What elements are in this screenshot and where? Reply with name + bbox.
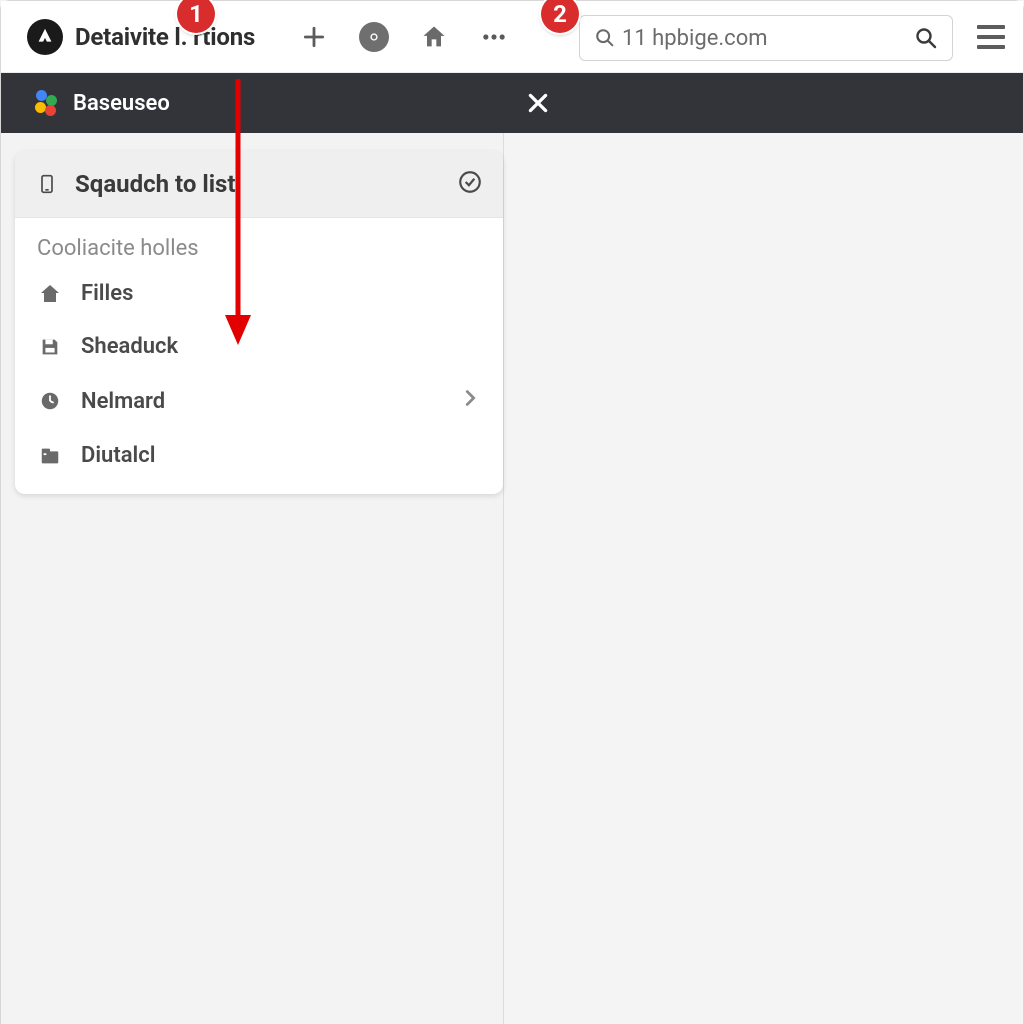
tab-favicon-icon <box>27 19 63 55</box>
search-icon <box>594 27 616 49</box>
panel-item-sheaduck[interactable]: Sheaduck <box>15 320 503 373</box>
more-button[interactable] <box>477 20 511 54</box>
side-panel: Sqaudch to list Cooliacite holles Filles <box>15 151 503 494</box>
panel-header-bar: Baseuseo <box>1 73 1023 133</box>
panel-item-label: Nelmard <box>81 389 441 414</box>
new-tab-button[interactable] <box>297 20 331 54</box>
left-pane: Sqaudch to list Cooliacite holles Filles <box>1 133 503 1024</box>
panel-item-filles[interactable]: Filles <box>15 267 503 320</box>
search-action-icon[interactable] <box>914 26 938 50</box>
hamburger-icon <box>977 25 1005 29</box>
panel-item-label: Sheaduck <box>81 334 481 359</box>
tab-actions <box>297 20 511 54</box>
home-button[interactable] <box>417 20 451 54</box>
home-icon <box>420 23 448 51</box>
app-logo-icon <box>31 89 59 117</box>
panel-head-row[interactable]: Sqaudch to list <box>15 151 503 218</box>
address-bar[interactable]: 11 hpbige.com <box>579 15 953 61</box>
plus-icon <box>301 24 327 50</box>
panel-brand: Baseuseo <box>73 91 170 116</box>
menu-button[interactable] <box>977 25 1005 49</box>
phone-icon <box>35 170 59 198</box>
save-icon <box>37 336 63 358</box>
active-tab[interactable]: Detaivite l. rtions <box>17 1 265 72</box>
record-button[interactable] <box>357 20 391 54</box>
check-circle-icon <box>457 169 483 199</box>
address-url: 11 hpbige.com <box>622 26 908 51</box>
close-panel-button[interactable] <box>525 73 551 133</box>
tab-title: Detaivite l. rtions <box>75 23 255 51</box>
tab-bar: Detaivite l. rtions 11 hpbige.com <box>1 1 1023 73</box>
panel-item-diutalcl[interactable]: Diutalcl <box>15 429 503 482</box>
more-horizontal-icon <box>480 23 508 51</box>
panel-item-label: Filles <box>81 281 481 306</box>
panel-subtitle: Cooliacite holles <box>15 218 503 267</box>
right-pane <box>503 133 1023 1024</box>
panel-item-nelmard[interactable]: Nelmard <box>15 373 503 429</box>
panel-head-title: Sqaudch to list <box>75 170 457 198</box>
record-icon <box>359 22 389 52</box>
close-icon <box>525 90 551 116</box>
folder-icon <box>37 445 63 467</box>
panel-item-label: Diutalcl <box>81 443 481 468</box>
content-split: Sqaudch to list Cooliacite holles Filles <box>1 133 1023 1024</box>
home-small-icon <box>37 282 63 306</box>
chevron-right-icon <box>459 387 481 415</box>
clock-icon <box>37 390 63 412</box>
